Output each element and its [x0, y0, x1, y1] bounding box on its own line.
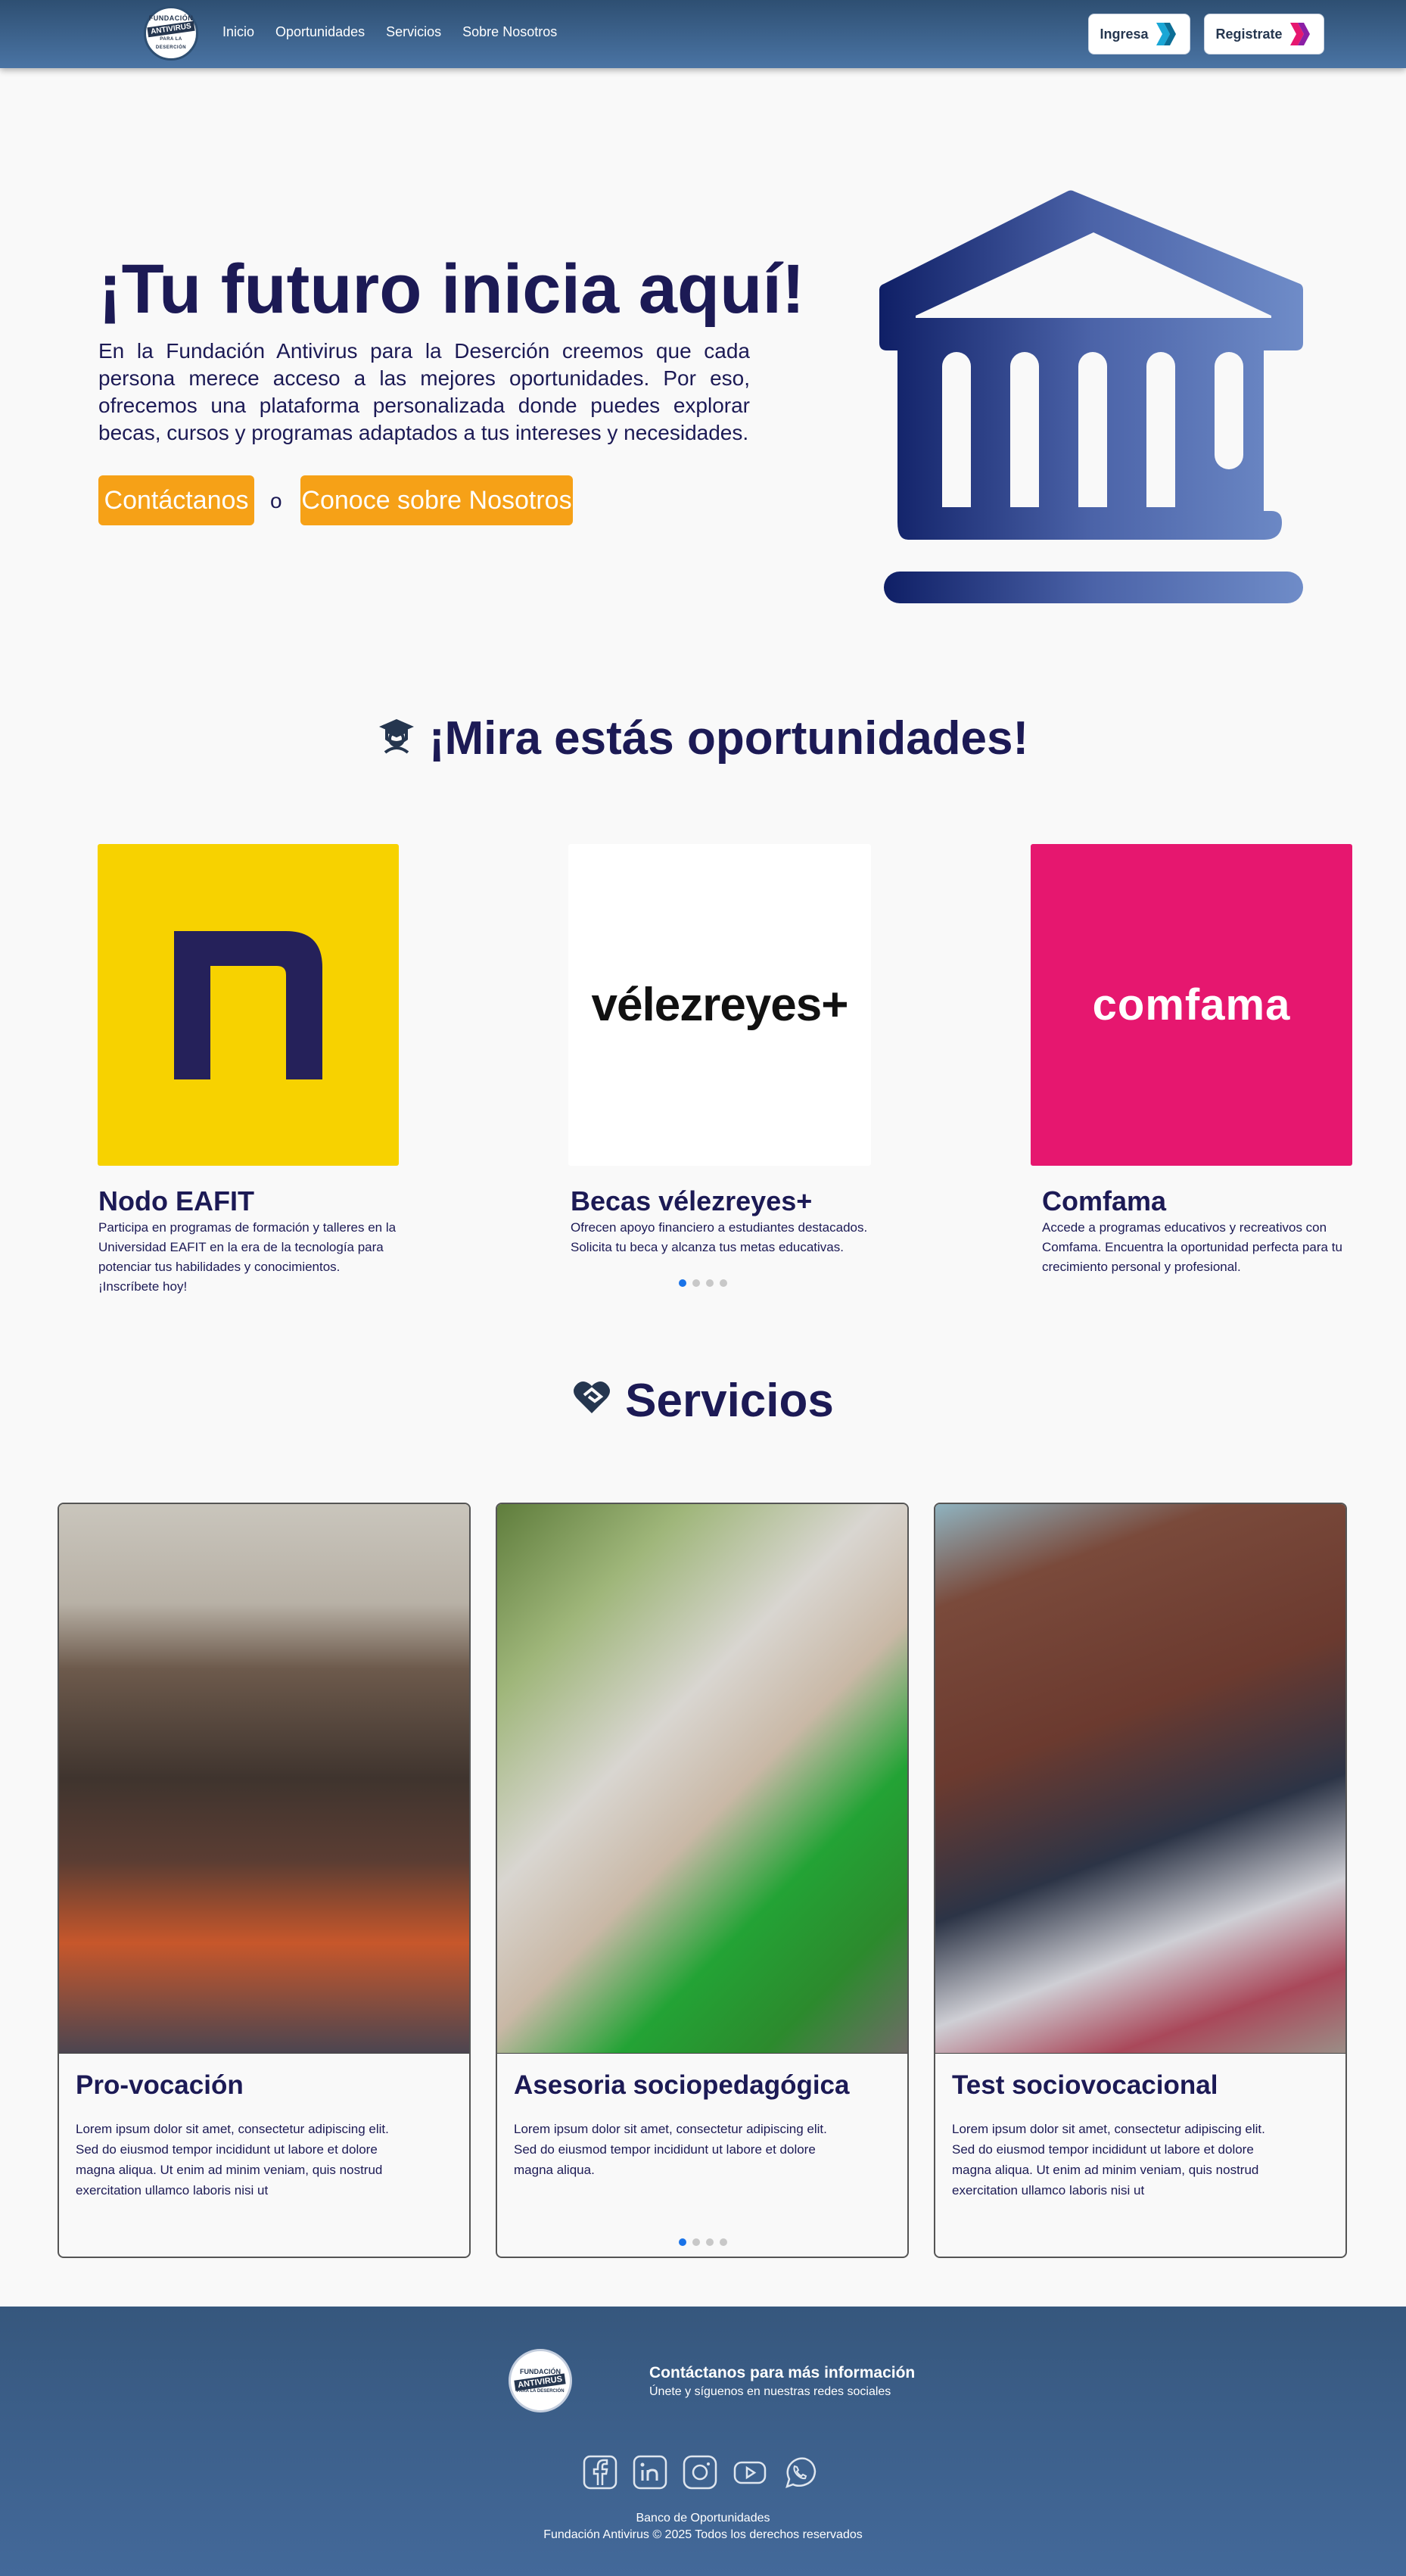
velezreyes-logo-text: vélezreyes+ — [591, 979, 849, 1031]
service-title: Test sociovocacional — [952, 2070, 1218, 2100]
footer-contact-title: Contáctanos para más información — [649, 2364, 916, 2381]
carousel-dot[interactable] — [706, 2238, 714, 2246]
opportunity-name: Comfama — [1042, 1185, 1167, 1216]
carousel-dot[interactable] — [706, 1279, 714, 1287]
students-photo — [497, 1504, 907, 2054]
nav-link-servicios[interactable]: Servicios — [386, 24, 441, 40]
footer-logo[interactable]: FUNDACIÓN ANTIVIRUS PARA LA DESERCIÓN — [509, 2349, 572, 2412]
footer: FUNDACIÓN ANTIVIRUS PARA LA DESERCIÓN Co… — [0, 2307, 1406, 2576]
double-chevron-icon — [1289, 21, 1313, 47]
opportunity-logo-velezreyes[interactable]: vélezreyes+ — [568, 844, 871, 1166]
service-text: Lorem ipsum dolor sit amet, consectetur … — [514, 2122, 827, 2177]
opportunity-description: Participa en programas de formación y ta… — [98, 1220, 397, 1294]
youth-photo — [935, 1504, 1345, 2054]
service-card-pro-vocacion[interactable]: Pro-vocación Lorem ipsum dolor sit amet,… — [58, 1503, 471, 2258]
ingresa-button[interactable]: Ingresa — [1088, 14, 1190, 55]
group-photo — [59, 1504, 469, 2054]
carousel-dot[interactable] — [720, 2238, 727, 2246]
opportunity-logo-nodo-eafit[interactable] — [98, 844, 399, 1166]
opportunities-carousel-dots — [679, 1279, 727, 1287]
contact-button[interactable]: Contáctanos — [98, 475, 254, 525]
carousel-dot[interactable] — [679, 1279, 686, 1287]
youtube-icon[interactable] — [733, 2455, 767, 2490]
hero-description: En la Fundación Antivirus para la Deserc… — [98, 339, 750, 444]
nav-links: Inicio Oportunidades Servicios Sobre Nos… — [222, 24, 557, 40]
facebook-icon[interactable] — [583, 2455, 617, 2490]
opportunity-description: Ofrecen apoyo financiero a estudiantes d… — [571, 1220, 868, 1254]
services-title-text: Servicios — [625, 1375, 834, 1427]
services-carousel-dots — [679, 2238, 727, 2246]
logo-bottom-text: PARA LA DESERCIÓN — [155, 37, 187, 50]
hero-or-text: o — [270, 489, 282, 512]
nav-link-inicio[interactable]: Inicio — [222, 24, 254, 40]
service-text: Lorem ipsum dolor sit amet, consectetur … — [76, 2122, 389, 2198]
ingresa-label: Ingresa — [1100, 26, 1149, 42]
opportunities-section-title: ¡Mira estás oportunidades! — [0, 712, 1406, 765]
opportunity-name: Becas vélezreyes+ — [571, 1185, 813, 1216]
graduate-icon — [378, 712, 415, 765]
comfama-logo-text: comfama — [1092, 980, 1291, 1029]
services-section-title: Servicios — [0, 1374, 1406, 1428]
logo[interactable]: FUNDACIÓN ANTIVIRUS PARA LA DESERCIÓN — [144, 6, 198, 61]
service-card-test[interactable]: Test sociovocacional Lorem ipsum dolor s… — [934, 1503, 1347, 2258]
hero-title: ¡Tu futuro inicia aquí! — [98, 251, 805, 328]
instagram-icon[interactable] — [683, 2455, 717, 2490]
registrate-button[interactable]: Registrate — [1204, 14, 1324, 55]
nav-link-sobre-nosotros[interactable]: Sobre Nosotros — [462, 24, 557, 40]
footer-contact-subtitle: Únete y síguenos en nuestras redes socia… — [649, 2385, 891, 2398]
social-links — [583, 2455, 817, 2490]
heart-handshake-icon — [572, 1374, 611, 1428]
service-title: Pro-vocación — [76, 2070, 244, 2100]
registrate-label: Registrate — [1215, 26, 1283, 42]
opportunity-logo-comfama[interactable]: comfama — [1031, 844, 1352, 1166]
service-card-asesoria[interactable]: Asesoria sociopedagógica Lorem ipsum dol… — [496, 1503, 909, 2258]
opportunities-title-text: ¡Mira estás oportunidades! — [428, 712, 1029, 765]
carousel-dot[interactable] — [692, 2238, 700, 2246]
carousel-dot[interactable] — [679, 2238, 686, 2246]
navbar: FUNDACIÓN ANTIVIRUS PARA LA DESERCIÓN In… — [0, 0, 1406, 68]
about-button[interactable]: Conoce sobre Nosotros — [300, 475, 573, 525]
footer-copyright: Fundación Antivirus © 2025 Todos los der… — [543, 2528, 863, 2541]
opportunity-description: Accede a programas educativos y recreati… — [1042, 1220, 1342, 1274]
nav-link-oportunidades[interactable]: Oportunidades — [275, 24, 365, 40]
carousel-dot[interactable] — [720, 1279, 727, 1287]
service-text: Lorem ipsum dolor sit amet, consectetur … — [952, 2122, 1265, 2198]
footer-bank-text: Banco de Oportunidades — [636, 2512, 770, 2525]
linkedin-icon[interactable] — [633, 2455, 667, 2490]
whatsapp-icon[interactable] — [782, 2455, 817, 2490]
service-title: Asesoria sociopedagógica — [514, 2070, 850, 2100]
institution-icon — [878, 185, 1309, 613]
opportunity-name: Nodo EAFIT — [98, 1185, 254, 1216]
double-chevron-icon — [1155, 21, 1179, 47]
carousel-dot[interactable] — [692, 1279, 700, 1287]
